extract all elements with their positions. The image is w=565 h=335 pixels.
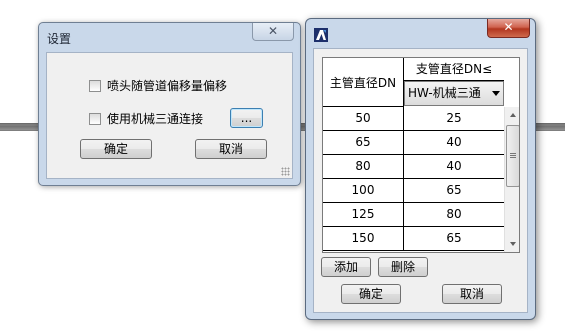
background-pipe-right	[535, 123, 565, 131]
tee-ok-button[interactable]: 确定	[341, 284, 401, 304]
cell-main: 80	[323, 155, 404, 178]
table-row[interactable]: 80 40	[323, 155, 504, 179]
table-scrollbar[interactable]	[504, 107, 519, 252]
cell-main: 100	[323, 179, 404, 202]
app-logo-icon	[314, 28, 328, 42]
table-rows: 50 25 65 40 80 40 100 65 125 80 150 65	[323, 107, 504, 251]
cell-main: 65	[323, 131, 404, 154]
table-row[interactable]: 125 80	[323, 203, 504, 227]
background-pipe-left	[0, 123, 40, 131]
settings-dialog-title: 设置	[47, 32, 72, 46]
settings-cancel-button[interactable]: 取消	[195, 139, 267, 159]
cell-main: 150	[323, 227, 404, 250]
header-branch-diameter: 支管直径DN≤	[404, 58, 504, 81]
grip-line	[510, 155, 516, 156]
offset-checkbox[interactable]	[89, 80, 101, 92]
cell-branch: 40	[446, 159, 462, 173]
close-icon: ✕	[503, 20, 514, 34]
grip-line	[510, 157, 516, 158]
scroll-up-button[interactable]	[505, 107, 519, 123]
tee-config-dialog: ✕ 主管直径DN 支管直径DN≤ HW-机械三通 50 25 65 40 80	[305, 18, 536, 320]
mech-tee-checkbox[interactable]	[89, 113, 101, 125]
tee-cancel-button[interactable]: 取消	[442, 284, 502, 304]
tee-type-select[interactable]: HW-机械三通	[404, 81, 504, 106]
cell-branch: 40	[446, 135, 462, 149]
table-row[interactable]: 50 25	[323, 107, 504, 131]
table-row[interactable]: 65 40	[323, 131, 504, 155]
cell-branch: 65	[446, 183, 462, 197]
tee-close-button[interactable]: ✕	[487, 19, 530, 38]
cell-branch: 80	[446, 207, 462, 221]
add-row-button[interactable]: 添加	[321, 257, 371, 277]
pipe-size-table[interactable]: 主管直径DN 支管直径DN≤ HW-机械三通 50 25 65 40 80 40	[322, 57, 520, 253]
scroll-thumb[interactable]	[506, 125, 519, 187]
offset-checkbox-label: 喷头随管道偏移量偏移	[107, 79, 228, 93]
close-icon: ✕	[267, 24, 279, 38]
scroll-down-button[interactable]	[505, 236, 519, 252]
settings-close-button[interactable]: ✕	[252, 23, 294, 41]
scroll-up-icon	[510, 113, 516, 117]
grip-line	[510, 153, 516, 154]
header-main-diameter: 主管直径DN	[323, 58, 404, 107]
cell-main: 125	[323, 203, 404, 226]
settings-client-area: 喷头随管道偏移量偏移 使用机械三通连接 ... 确定 取消	[46, 52, 293, 179]
cell-branch: 25	[446, 111, 462, 125]
table-row[interactable]: 150 65	[323, 227, 504, 251]
mech-tee-checkbox-label: 使用机械三通连接	[107, 112, 204, 126]
browse-button[interactable]: ...	[230, 108, 263, 128]
tee-type-value: HW-机械三通	[408, 86, 481, 100]
cell-main: 50	[323, 107, 404, 130]
delete-row-button[interactable]: 删除	[378, 257, 428, 277]
scroll-down-icon	[510, 242, 516, 246]
chevron-down-icon	[492, 91, 500, 96]
tee-client-area: 主管直径DN 支管直径DN≤ HW-机械三通 50 25 65 40 80 40	[313, 48, 528, 313]
cell-branch: 65	[446, 231, 462, 245]
table-row[interactable]: 100 65	[323, 179, 504, 203]
settings-ok-button[interactable]: 确定	[80, 139, 152, 159]
settings-dialog: 设置 ✕ 喷头随管道偏移量偏移 使用机械三通连接 ... 确定 取消	[38, 22, 301, 186]
resize-grip[interactable]	[281, 167, 290, 176]
